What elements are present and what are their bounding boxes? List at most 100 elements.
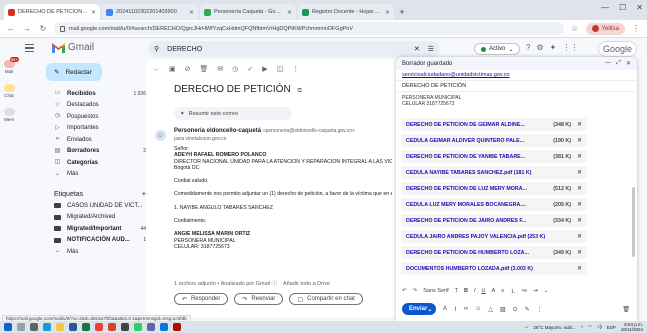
remove-attachment-icon[interactable]: ✕ bbox=[577, 153, 582, 160]
status-selector[interactable]: Activo ⌄ bbox=[474, 43, 521, 55]
close-tab-icon[interactable]: ✕ bbox=[91, 9, 96, 16]
profile-button[interactable]: Yelitsa bbox=[585, 22, 625, 35]
label-item-more[interactable]: ⌄ Más bbox=[46, 246, 146, 258]
indent-icon[interactable]: ⇥ bbox=[533, 288, 538, 294]
emoji-icon[interactable]: ☺ bbox=[475, 306, 481, 312]
compose-scrollbar[interactable] bbox=[632, 187, 635, 257]
windows-start-icon[interactable] bbox=[4, 323, 12, 331]
subject-field[interactable]: DERECHO DE PETICIÓN bbox=[396, 81, 637, 92]
attachment-chip[interactable]: DERECHO DE PETICIÓN DE YANIBE TABARE... (… bbox=[401, 150, 587, 163]
close-tab-icon[interactable]: ✕ bbox=[385, 9, 390, 16]
font-selector[interactable]: Sans Serif bbox=[423, 288, 448, 294]
remove-attachment-icon[interactable]: ✕ bbox=[577, 249, 582, 256]
text-color-icon[interactable]: A bbox=[491, 288, 495, 294]
align-icon[interactable]: ≡ bbox=[501, 288, 504, 294]
word-icon[interactable] bbox=[69, 323, 77, 331]
reply-button[interactable]: ↶ Responder bbox=[174, 293, 229, 305]
back-to-list-icon[interactable]: ← bbox=[153, 66, 160, 73]
back-icon[interactable]: ← bbox=[6, 24, 16, 33]
numbered-list-icon[interactable]: ⒈ bbox=[510, 287, 516, 295]
attachment-chip[interactable]: DERECHO DE PETICIÓN DE LUZ MERY MORA... (… bbox=[401, 182, 587, 195]
weather-text[interactable]: 26°C Mayorm. nubl... bbox=[533, 325, 575, 330]
close-compose-icon[interactable]: ✕ bbox=[626, 60, 631, 67]
search-input[interactable]: ⚲ DERECHO ✕ ☰ bbox=[148, 41, 440, 57]
sidebar-item-more[interactable]: ⌄ Más bbox=[46, 169, 146, 181]
powerpoint-icon[interactable] bbox=[108, 323, 116, 331]
rail-item-chat[interactable]: Chat bbox=[3, 84, 15, 98]
mail-app-icon[interactable] bbox=[160, 323, 168, 331]
share-in-chat-button[interactable]: ▢ Compartir en chat bbox=[289, 293, 363, 305]
folder-icon[interactable] bbox=[56, 323, 64, 331]
snooze-icon[interactable]: ◷ bbox=[232, 65, 238, 73]
attachment-chip[interactable]: CEDULA GEIMAR ALDIVER QUINTERO PALE... (1… bbox=[401, 134, 587, 147]
label-item[interactable]: CASOS UNIDAD DE VICT... bbox=[46, 200, 146, 212]
sidebar-item-important[interactable]: ▷ Importantes bbox=[46, 123, 146, 135]
clock[interactable]: 8:54 p.m. 18/11/2024 bbox=[621, 322, 643, 332]
account-badge[interactable]: Google bbox=[598, 41, 638, 57]
more-actions-icon[interactable]: ⋮ bbox=[292, 65, 299, 73]
italic-icon[interactable]: I bbox=[474, 288, 476, 294]
attachment-chip[interactable]: DERECHO DE PETICIÓN DE HUMBERTO LOZA... (… bbox=[401, 246, 587, 259]
main-menu-icon[interactable] bbox=[25, 44, 34, 52]
format-options-icon[interactable]: A bbox=[443, 306, 447, 312]
to-field[interactable]: servicioalciudadano@unidadvictimas.gov.c… bbox=[396, 70, 637, 81]
report-spam-icon[interactable]: ⊘ bbox=[185, 65, 191, 73]
close-tab-icon[interactable]: ✕ bbox=[287, 9, 292, 16]
fullscreen-compose-icon[interactable]: ⤢ bbox=[616, 60, 621, 67]
label-item[interactable]: NOTIFICACIÓN AUD... 1 bbox=[46, 235, 146, 247]
attachment-chip[interactable]: CEDULA LUZ MERY MORALES BOCANEGRA.... (20… bbox=[401, 198, 587, 211]
compose-button[interactable]: ✎ Redactar bbox=[46, 63, 102, 81]
sidebar-item-starred[interactable]: ☆ Destacados bbox=[46, 100, 146, 112]
apps-icon[interactable]: ⋮⋮ bbox=[562, 43, 578, 52]
add-to-drive-button[interactable]: Añadir todo a Drive bbox=[283, 281, 330, 287]
settings-icon[interactable]: ⚙ bbox=[536, 43, 543, 52]
bulleted-list-icon[interactable]: •≡ bbox=[522, 288, 527, 294]
add-task-icon[interactable]: ✓ bbox=[247, 65, 253, 73]
sidebar-item-drafts[interactable]: ▤ Borradores 2 bbox=[46, 146, 146, 158]
drive-icon[interactable]: △ bbox=[488, 306, 493, 313]
compose-body[interactable]: PERSONERA MUNICIPAL CELULAR 3187725673 bbox=[396, 92, 637, 107]
underline-icon[interactable]: U bbox=[481, 288, 485, 294]
attachment-chip[interactable]: DERECHO DE PETICIÓN DE JAIRO ANDRES F...… bbox=[401, 214, 587, 227]
recipient-line[interactable]: para vinotalcoun.gov.co bbox=[174, 136, 226, 142]
remove-attachment-icon[interactable]: ✕ bbox=[577, 217, 582, 224]
forward-icon[interactable]: → bbox=[22, 24, 32, 33]
discard-draft-icon[interactable]: 🗑 bbox=[622, 306, 630, 313]
store-icon[interactable] bbox=[121, 323, 129, 331]
url-field[interactable]: mail.google.com/mail/u/0/#search/DERECHO… bbox=[54, 22, 564, 35]
edge-icon[interactable] bbox=[43, 323, 51, 331]
attach-file-icon[interactable]: ⌇ bbox=[454, 306, 457, 313]
attachment-chip[interactable]: CEDULA NAYIBE TABARES SANCHEZ.pdf (181 K… bbox=[401, 166, 587, 179]
chevron-down-icon[interactable]: ⌄ bbox=[427, 306, 432, 313]
browser-tab-2[interactable]: Personería Caquetá - Google ✕ bbox=[200, 4, 296, 20]
language-indicator[interactable]: ESP bbox=[607, 325, 616, 330]
search-icon[interactable]: ⚲ bbox=[154, 45, 159, 53]
rail-item-meet[interactable]: Meet bbox=[3, 108, 15, 122]
label-item[interactable]: Migrated/Important 44 bbox=[46, 223, 146, 235]
minimize-compose-icon[interactable]: — bbox=[605, 60, 611, 67]
summarize-button[interactable]: ✦ Resumir este correo bbox=[174, 107, 292, 120]
bookmark-star-icon[interactable]: ☆ bbox=[570, 24, 580, 33]
remove-attachment-icon[interactable]: ✕ bbox=[577, 137, 582, 144]
archive-icon[interactable]: ▣ bbox=[169, 65, 176, 73]
label-as-icon[interactable]: ◫ bbox=[277, 65, 284, 73]
chrome-icon[interactable] bbox=[95, 323, 103, 331]
help-icon[interactable]: ? bbox=[526, 43, 530, 52]
mark-unread-icon[interactable]: ✉ bbox=[217, 65, 223, 73]
rail-item-mail[interactable]: 99+ Mail bbox=[3, 57, 19, 74]
bold-icon[interactable]: B bbox=[464, 288, 468, 294]
undo-icon[interactable]: ↶ bbox=[402, 288, 407, 294]
move-to-icon[interactable]: ▶ bbox=[262, 65, 267, 73]
search-icon[interactable] bbox=[17, 323, 25, 331]
remove-attachment-icon[interactable]: ✕ bbox=[577, 121, 582, 128]
label-item[interactable]: Migrated/Archived bbox=[46, 212, 146, 224]
task-view-icon[interactable] bbox=[30, 323, 38, 331]
confidential-mode-icon[interactable]: ⊙ bbox=[513, 306, 518, 313]
attachment-chip[interactable]: DOCUMENTOS HUMBERTO LOZADA.pdf (3.003 K)… bbox=[401, 262, 587, 275]
remove-attachment-icon[interactable]: ✕ bbox=[577, 185, 582, 192]
open-in-new-window-icon[interactable]: ⧉ bbox=[297, 88, 301, 94]
browser-tab-1[interactable]: 20241102302201403900 ✕ bbox=[102, 4, 198, 20]
remove-attachment-icon[interactable]: ✕ bbox=[577, 201, 582, 208]
attachment-chip[interactable]: CEDULA JAIRO ANDRES PAJOY VALENCIA.pdf (… bbox=[401, 230, 587, 243]
compose-header[interactable]: Borrador guardado — ⤢ ✕ bbox=[396, 57, 637, 70]
